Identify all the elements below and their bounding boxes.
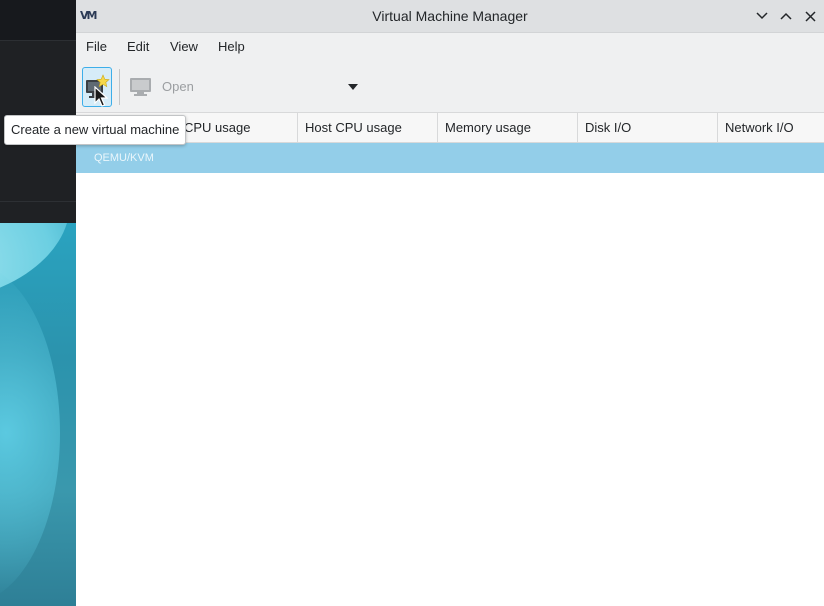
close-icon (804, 10, 816, 22)
open-button[interactable]: Open (162, 79, 194, 94)
menu-edit[interactable]: Edit (127, 39, 149, 54)
vm-list[interactable] (76, 173, 824, 606)
connection-row[interactable]: QEMU/KVM (76, 143, 824, 173)
minimize-button[interactable] (754, 8, 770, 24)
menu-help[interactable]: Help (218, 39, 245, 54)
menu-file[interactable]: File (86, 39, 107, 54)
maximize-button[interactable] (778, 8, 794, 24)
window-title: Virtual Machine Manager (372, 8, 528, 24)
chevron-down-icon (756, 12, 768, 20)
desktop-panel (0, 0, 76, 40)
column-network-io[interactable]: Network I/O (717, 113, 824, 143)
tooltip: Create a new virtual machine (4, 115, 187, 145)
dropdown-arrow-icon[interactable] (348, 84, 358, 90)
toolbar-separator (119, 69, 120, 105)
close-button[interactable] (802, 8, 818, 24)
column-host-cpu-usage[interactable]: Host CPU usage (297, 113, 437, 143)
menu-view[interactable]: View (170, 39, 198, 54)
title-bar[interactable]: VM Virtual Machine Manager (76, 0, 824, 33)
virt-manager-window: VM Virtual Machine Manager File Edit Vie… (76, 0, 824, 606)
column-disk-io[interactable]: Disk I/O (577, 113, 717, 143)
connection-name: QEMU/KVM (94, 152, 154, 164)
column-memory-usage[interactable]: Memory usage (437, 113, 577, 143)
menu-bar: File Edit View Help (76, 33, 824, 61)
toolbar: Open (76, 61, 824, 112)
monitor-icon[interactable] (129, 77, 153, 97)
mouse-cursor-icon (94, 86, 108, 107)
desktop-wallpaper (0, 223, 76, 606)
chevron-up-icon (780, 12, 792, 20)
list-header: CPU usage Host CPU usage Memory usage Di… (76, 112, 824, 143)
